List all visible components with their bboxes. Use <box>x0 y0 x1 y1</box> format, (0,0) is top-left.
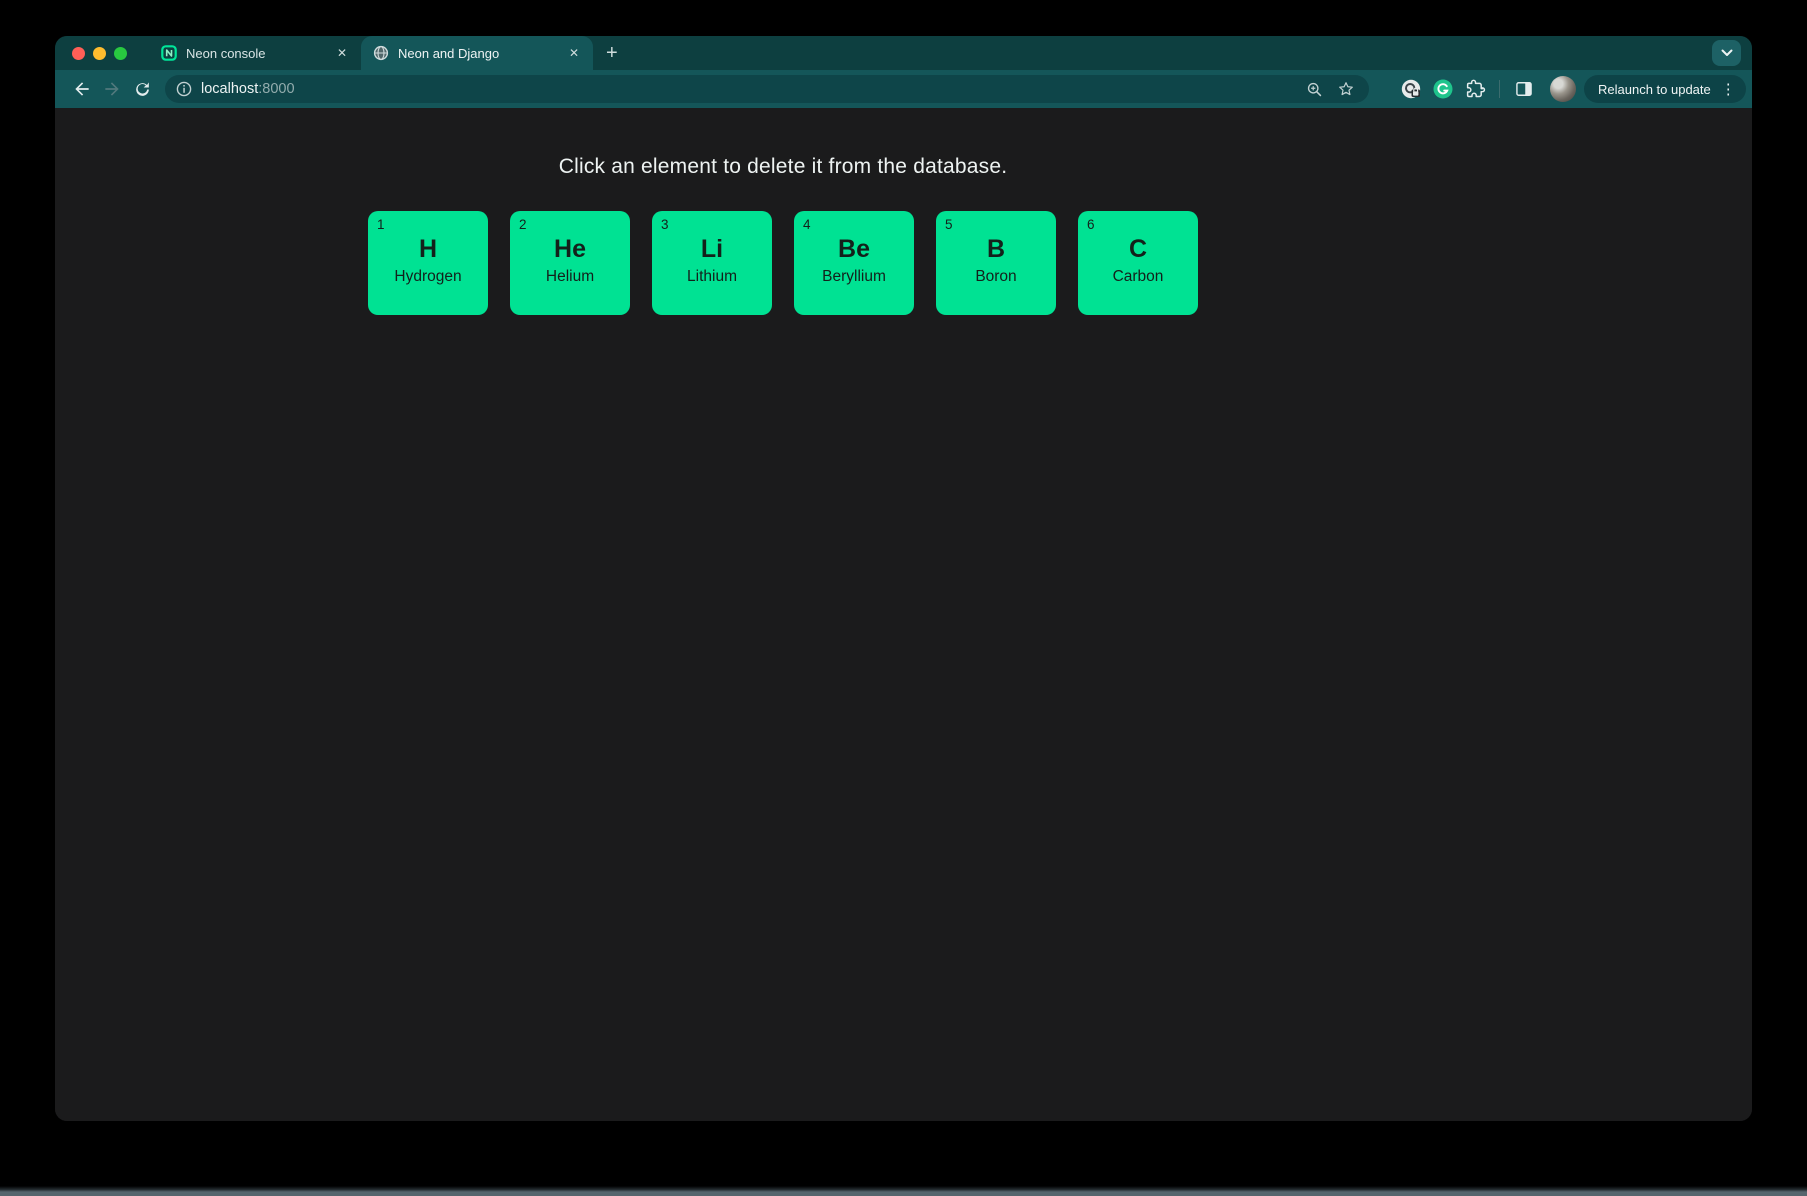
atomic-number: 5 <box>945 217 953 232</box>
url-port: :8000 <box>258 81 294 97</box>
browser-toolbar: localhost:8000 <box>55 70 1752 108</box>
tab-title: Neon and Django <box>398 46 499 61</box>
element-card-helium[interactable]: 2 He Helium <box>510 211 630 315</box>
atomic-number: 4 <box>803 217 811 232</box>
atomic-number: 1 <box>377 217 385 232</box>
element-card-hydrogen[interactable]: 1 H Hydrogen <box>368 211 488 315</box>
tab-strip: Neon console ✕ Neon and Django ✕ + <box>55 36 1752 70</box>
minimize-window-button[interactable] <box>93 47 106 60</box>
chevron-down-icon <box>1721 49 1733 57</box>
bookmark-star-icon[interactable] <box>1333 76 1359 102</box>
tab-title: Neon console <box>186 46 266 61</box>
element-name: Boron <box>936 268 1056 286</box>
element-card-lithium[interactable]: 3 Li Lithium <box>652 211 772 315</box>
tab-neon-console[interactable]: Neon console ✕ <box>149 36 361 70</box>
element-name: Hydrogen <box>368 268 488 286</box>
sidebar-toggle-icon[interactable] <box>1508 74 1540 104</box>
fullscreen-window-button[interactable] <box>114 47 127 60</box>
extensions-puzzle-icon[interactable] <box>1459 74 1491 104</box>
element-name: Beryllium <box>794 268 914 286</box>
element-name: Lithium <box>652 268 772 286</box>
zoom-page-icon[interactable] <box>1301 76 1327 102</box>
element-symbol: Li <box>652 236 772 264</box>
forward-arrow-icon <box>102 79 122 99</box>
url-host: localhost <box>201 81 258 97</box>
element-card-beryllium[interactable]: 4 Be Beryllium <box>794 211 914 315</box>
element-name: Carbon <box>1078 268 1198 286</box>
relaunch-to-update-button[interactable]: Relaunch to update ⋮ <box>1584 75 1746 103</box>
toolbar-divider <box>1499 80 1500 98</box>
element-symbol: C <box>1078 236 1198 264</box>
screen-bottom-edge <box>0 1186 1807 1196</box>
back-arrow-icon <box>72 79 92 99</box>
window-controls <box>72 36 127 70</box>
close-tab-icon[interactable]: ✕ <box>565 44 583 62</box>
reload-button[interactable] <box>127 74 157 104</box>
forward-button[interactable] <box>97 74 127 104</box>
reload-icon <box>133 80 152 99</box>
back-button[interactable] <box>67 74 97 104</box>
page-wrapper: Click an element to delete it from the d… <box>55 108 1511 315</box>
new-tab-button[interactable]: + <box>593 36 631 70</box>
element-symbol: H <box>368 236 488 264</box>
atomic-number: 3 <box>661 217 669 232</box>
tab-neon-and-django[interactable]: Neon and Django ✕ <box>361 36 593 70</box>
close-tab-icon[interactable]: ✕ <box>333 44 351 62</box>
browser-window: Neon console ✕ Neon and Django ✕ + <box>55 36 1752 1121</box>
atomic-number: 6 <box>1087 217 1095 232</box>
element-card-carbon[interactable]: 6 C Carbon <box>1078 211 1198 315</box>
relaunch-label: Relaunch to update <box>1598 82 1711 97</box>
element-name: Helium <box>510 268 630 286</box>
element-symbol: Be <box>794 236 914 264</box>
globe-icon <box>373 45 389 61</box>
password-manager-extension-icon[interactable] <box>1395 74 1427 104</box>
profile-avatar[interactable] <box>1550 76 1576 102</box>
web-page: Click an element to delete it from the d… <box>55 108 1752 1121</box>
neon-logo-icon <box>161 45 177 61</box>
site-info-icon[interactable] <box>171 76 197 102</box>
page-title: Click an element to delete it from the d… <box>55 108 1511 179</box>
tab-search-button[interactable] <box>1712 40 1741 66</box>
element-grid: 1 H Hydrogen 2 He Helium 3 Li Lithium 4 … <box>55 211 1511 315</box>
address-bar[interactable]: localhost:8000 <box>165 75 1369 103</box>
browser-menu-kebab-icon[interactable]: ⋮ <box>1718 82 1739 97</box>
close-window-button[interactable] <box>72 47 85 60</box>
element-symbol: B <box>936 236 1056 264</box>
grammarly-extension-icon[interactable] <box>1427 74 1459 104</box>
element-symbol: He <box>510 236 630 264</box>
element-card-boron[interactable]: 5 B Boron <box>936 211 1056 315</box>
atomic-number: 2 <box>519 217 527 232</box>
